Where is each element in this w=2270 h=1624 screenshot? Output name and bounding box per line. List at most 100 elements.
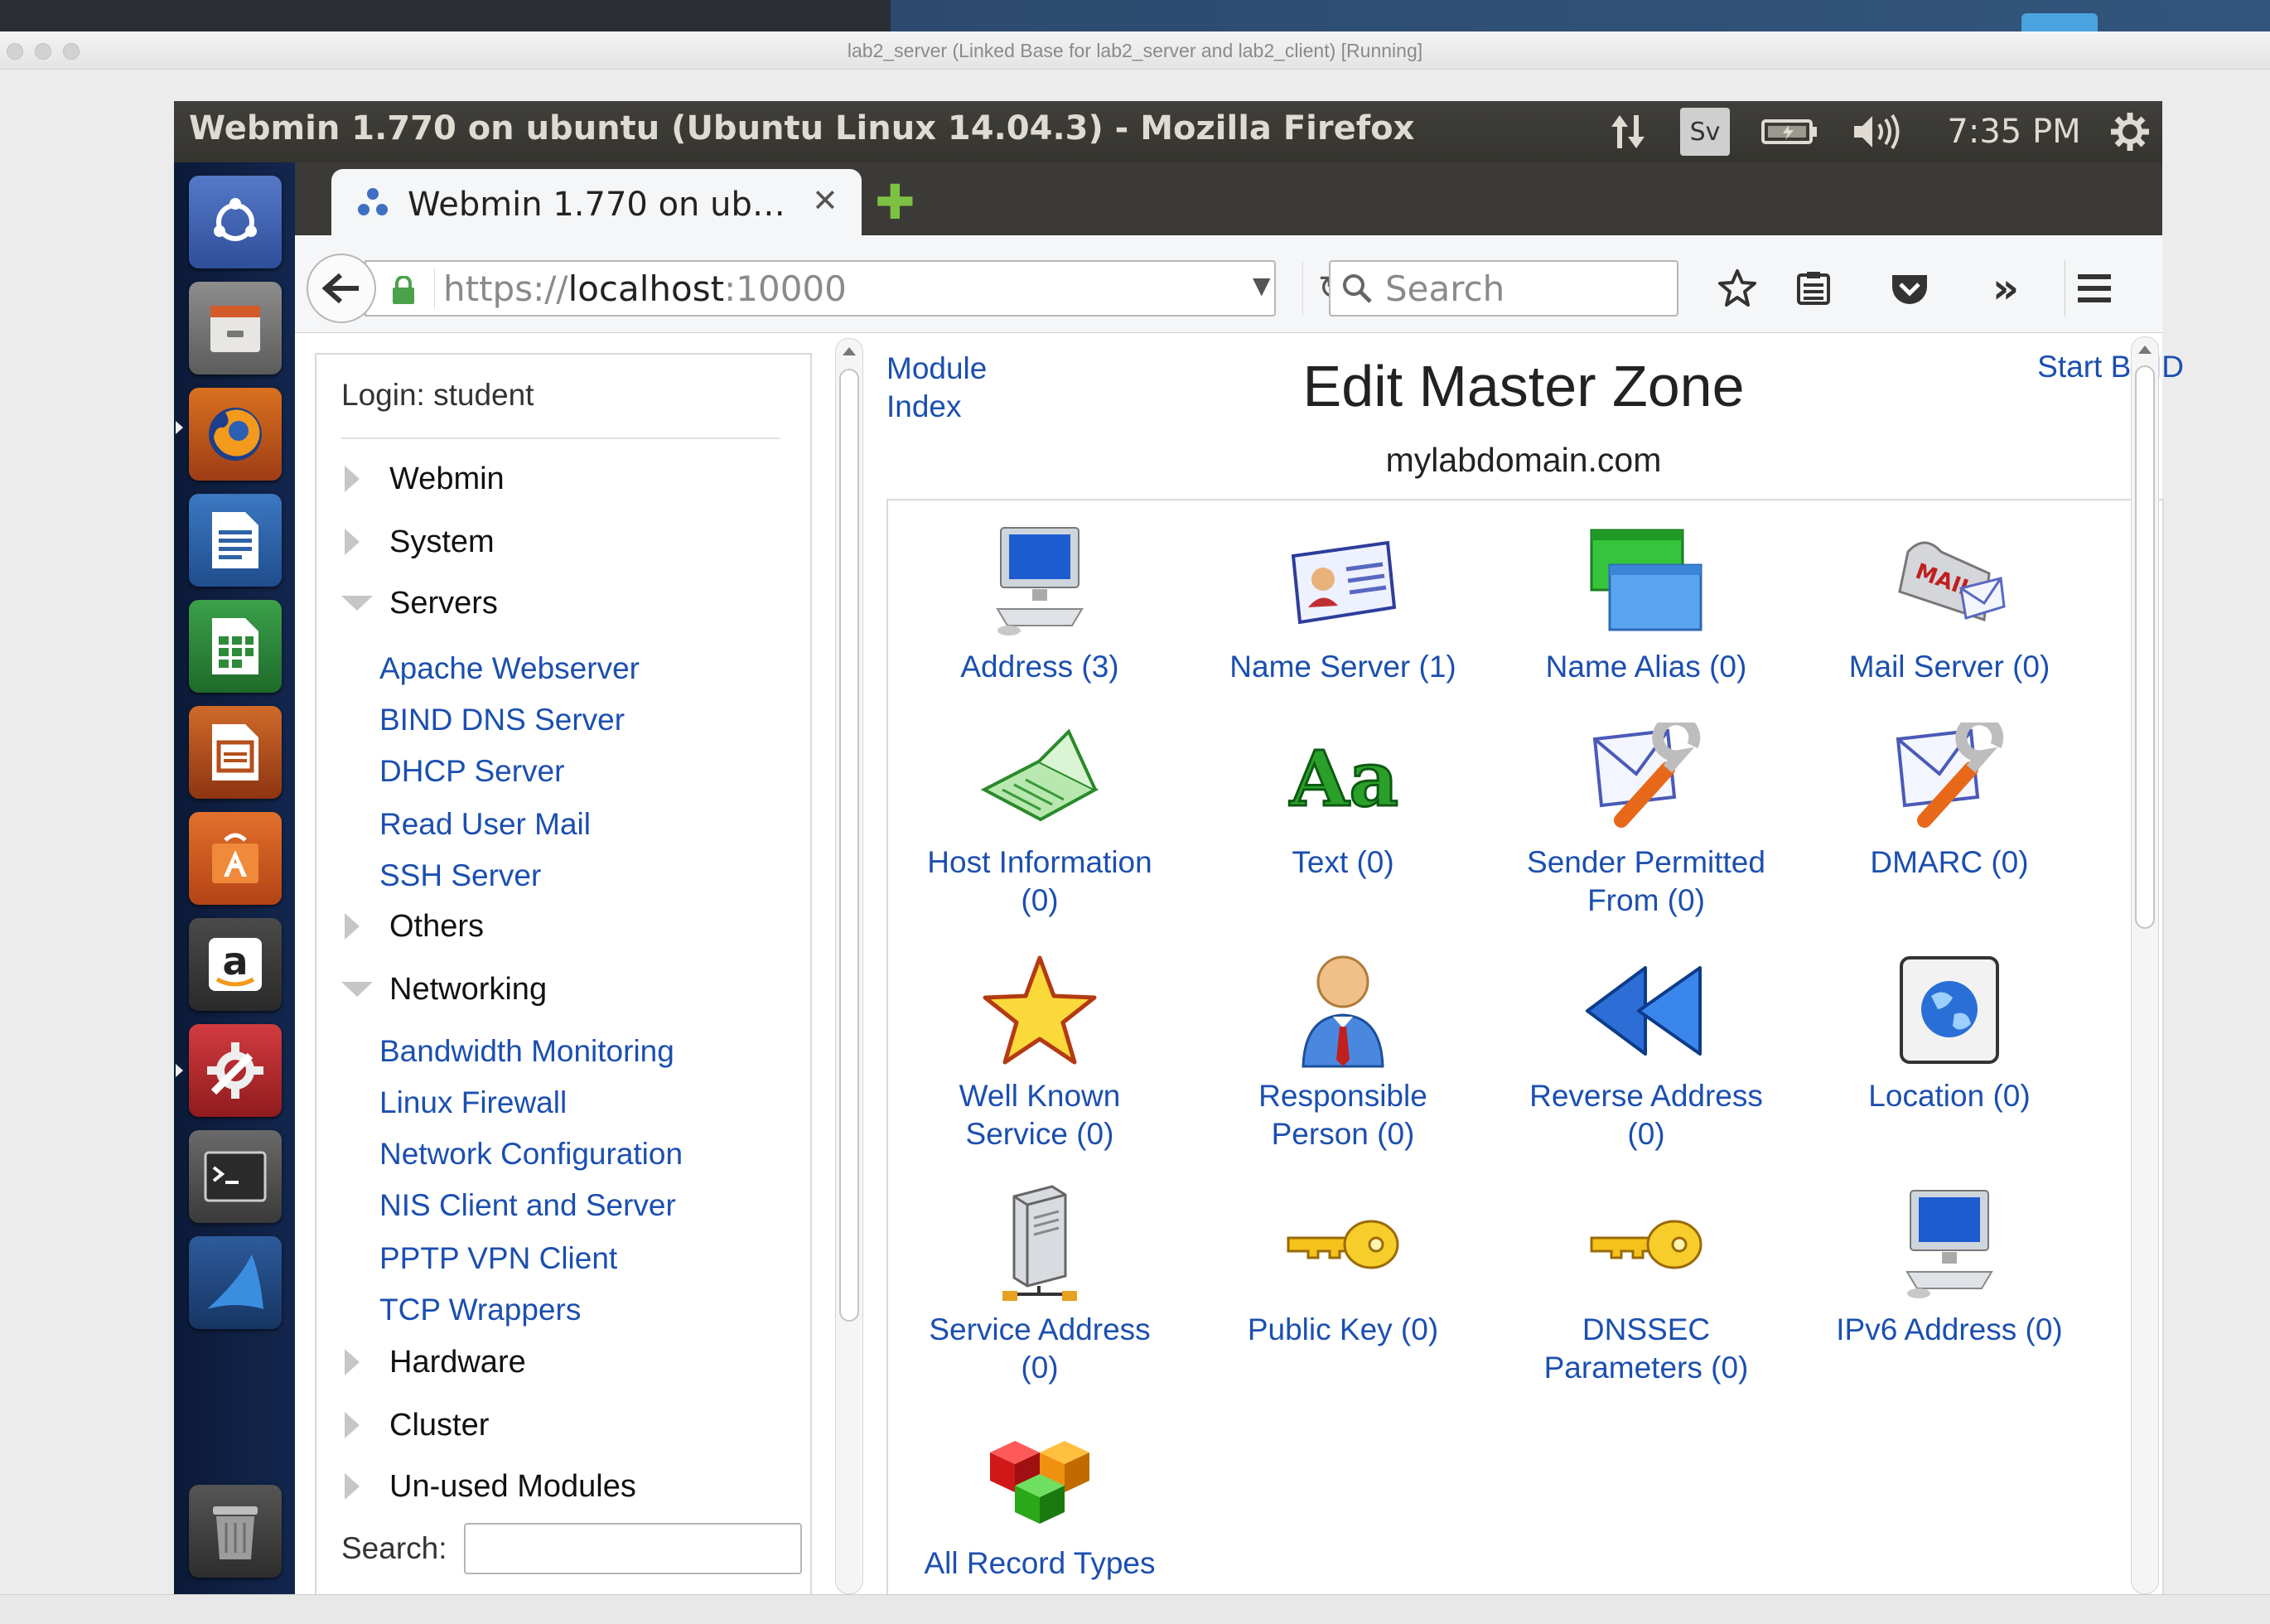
record-type-label: Host Information bbox=[927, 845, 1152, 879]
network-arrows-icon[interactable] bbox=[1601, 101, 1655, 162]
module-link-apache-webserver[interactable]: Apache Webserver bbox=[379, 651, 640, 686]
category-cluster[interactable]: Cluster bbox=[341, 1400, 489, 1450]
category-label: Servers bbox=[389, 585, 498, 621]
vm-window-title: lab2_server (Linked Base for lab2_server… bbox=[847, 40, 1423, 61]
overflow-chevrons-icon[interactable]: » bbox=[1977, 260, 2035, 317]
volume-icon[interactable] bbox=[1847, 101, 1905, 162]
reading-list-icon[interactable] bbox=[1785, 260, 1843, 317]
firefox-window: Webmin 1.770 on ub… ✕ ✚ https://localhos… bbox=[295, 162, 2184, 1612]
server-icon bbox=[978, 1182, 1102, 1306]
firefox-icon[interactable] bbox=[189, 388, 282, 481]
record-type-address[interactable]: Address (3) bbox=[888, 519, 1191, 686]
search-input[interactable]: Search bbox=[1329, 260, 1678, 317]
category-label: Webmin bbox=[389, 461, 505, 496]
tab-strip: Webmin 1.770 on ub… ✕ ✚ bbox=[295, 162, 2162, 235]
record-type-label: Service Address bbox=[929, 1312, 1151, 1346]
divider bbox=[341, 437, 780, 439]
record-type-dnssec-parameters[interactable]: DNSSEC Parameters (0) bbox=[1495, 1182, 1798, 1387]
software-center-icon[interactable] bbox=[189, 812, 282, 905]
record-type-responsible-person[interactable]: Responsible Person (0) bbox=[1191, 948, 1495, 1153]
vm-window-bottom-edge bbox=[0, 1594, 2270, 1624]
amazon-icon[interactable]: a bbox=[189, 918, 282, 1011]
record-type-label: Parameters (0) bbox=[1543, 1351, 1749, 1385]
module-link-bind-dns-server[interactable]: BIND DNS Server bbox=[379, 703, 625, 737]
start-bind-link[interactable]: Start BIND bbox=[2037, 350, 2184, 384]
vm-window-titlebar[interactable]: lab2_server (Linked Base for lab2_server… bbox=[0, 31, 2270, 70]
url-text[interactable]: https://localhost:10000 bbox=[434, 268, 847, 309]
pocket-icon[interactable] bbox=[1881, 260, 1939, 317]
impress-icon[interactable] bbox=[189, 706, 282, 799]
category-servers[interactable]: Servers bbox=[341, 578, 498, 628]
new-tab-plus-icon[interactable]: ✚ bbox=[875, 174, 915, 230]
writer-icon[interactable] bbox=[189, 494, 282, 587]
expand-triangle-icon bbox=[345, 1473, 360, 1500]
url-port: :10000 bbox=[724, 268, 847, 309]
record-type-name-server[interactable]: Name Server (1) bbox=[1191, 519, 1495, 686]
module-link-tcp-wrappers[interactable]: TCP Wrappers bbox=[379, 1293, 581, 1327]
trash-icon[interactable] bbox=[189, 1485, 282, 1578]
module-link-network-configuration[interactable]: Network Configuration bbox=[379, 1137, 683, 1172]
record-type-ipv6-address[interactable]: IPv6 Address (0) bbox=[1798, 1182, 2101, 1349]
scroll-up-arrow-icon[interactable] bbox=[2138, 346, 2152, 354]
scroll-up-arrow-icon[interactable] bbox=[843, 347, 856, 355]
panel-clock[interactable]: 7:35 PM bbox=[1935, 101, 2093, 162]
category-webmin[interactable]: Webmin bbox=[341, 454, 505, 504]
record-type-mail-server[interactable]: MAIL Mail Server (0) bbox=[1798, 519, 2101, 686]
person-icon bbox=[1281, 948, 1405, 1072]
keyboard-layout-indicator[interactable]: Sv bbox=[1680, 108, 1730, 156]
record-type-well-known-service[interactable]: Well Known Service (0) bbox=[888, 948, 1191, 1153]
category-networking[interactable]: Networking bbox=[341, 964, 547, 1014]
category-others[interactable]: Others bbox=[341, 901, 484, 951]
gear-icon[interactable] bbox=[2104, 101, 2156, 162]
record-type-location[interactable]: Location (0) bbox=[1798, 948, 2101, 1115]
category-label: Networking bbox=[389, 971, 548, 1007]
module-link-dhcp-server[interactable]: DHCP Server bbox=[379, 754, 564, 789]
url-bar[interactable]: https://localhost:10000 ▼ ↻ bbox=[365, 260, 1345, 317]
url-dropdown-chevron-icon[interactable]: ▼ bbox=[1253, 272, 1271, 299]
wireshark-icon[interactable] bbox=[189, 1236, 282, 1329]
record-type-name-alias[interactable]: Name Alias (0) bbox=[1495, 519, 1798, 686]
record-type-host-information[interactable]: Host Information (0) bbox=[888, 714, 1191, 920]
category-unused-modules[interactable]: Un-used Modules bbox=[341, 1462, 636, 1511]
sidebar-search-input[interactable] bbox=[464, 1523, 802, 1574]
back-arrow-icon bbox=[322, 273, 359, 304]
module-link-bandwidth-monitoring[interactable]: Bandwidth Monitoring bbox=[379, 1034, 674, 1069]
back-button[interactable] bbox=[307, 254, 376, 323]
record-type-sender-permitted-from[interactable]: Sender Permitted From (0) bbox=[1495, 714, 1798, 920]
bookmark-star-icon[interactable] bbox=[1708, 260, 1766, 317]
system-settings-icon[interactable] bbox=[189, 1024, 282, 1117]
lock-icon[interactable] bbox=[391, 275, 416, 304]
ubuntu-dash-icon[interactable] bbox=[189, 176, 282, 268]
sidebar-scrollbar[interactable] bbox=[835, 338, 863, 1594]
calc-icon[interactable] bbox=[189, 600, 282, 693]
category-hardware[interactable]: Hardware bbox=[341, 1337, 526, 1387]
module-link-nis-client-and-server[interactable]: NIS Client and Server bbox=[379, 1188, 676, 1223]
module-link-linux-firewall[interactable]: Linux Firewall bbox=[379, 1085, 567, 1120]
close-tab-icon[interactable]: ✕ bbox=[812, 182, 838, 219]
record-type-label: (0) bbox=[1021, 883, 1059, 917]
module-link-pptp-vpn-client[interactable]: PPTP VPN Client bbox=[379, 1241, 617, 1276]
record-type-text[interactable]: Aa Text (0) bbox=[1191, 714, 1495, 882]
record-type-reverse-address[interactable]: Reverse Address (0) bbox=[1495, 948, 1798, 1153]
cubes-icon bbox=[978, 1415, 1102, 1539]
folder-icon[interactable] bbox=[2021, 13, 2098, 31]
scrollbar-thumb[interactable] bbox=[839, 369, 859, 1322]
scrollbar-thumb[interactable] bbox=[2135, 365, 2155, 929]
main-scrollbar[interactable] bbox=[2131, 336, 2159, 1594]
module-link-ssh-server[interactable]: SSH Server bbox=[379, 858, 541, 893]
battery-icon[interactable] bbox=[1758, 101, 1821, 162]
files-icon[interactable] bbox=[189, 282, 282, 375]
unity-launcher: a bbox=[174, 162, 295, 1594]
hamburger-menu-icon[interactable] bbox=[2065, 260, 2123, 317]
record-type-service-address[interactable]: Service Address (0) bbox=[888, 1182, 1191, 1387]
record-type-label: Mail Server (0) bbox=[1848, 650, 2050, 684]
svg-text:Aa: Aa bbox=[1289, 734, 1398, 822]
tab-webmin[interactable]: Webmin 1.770 on ub… ✕ bbox=[331, 169, 862, 235]
record-type-public-key[interactable]: Public Key (0) bbox=[1191, 1182, 1495, 1349]
terminal-icon[interactable] bbox=[189, 1130, 282, 1223]
category-system[interactable]: System bbox=[341, 517, 495, 567]
record-type-label: Address (3) bbox=[960, 650, 1119, 684]
record-type-dmarc[interactable]: DMARC (0) bbox=[1798, 714, 2101, 882]
module-link-read-user-mail[interactable]: Read User Mail bbox=[379, 807, 591, 842]
record-type-all-record-types[interactable]: All Record Types bbox=[888, 1415, 1191, 1583]
